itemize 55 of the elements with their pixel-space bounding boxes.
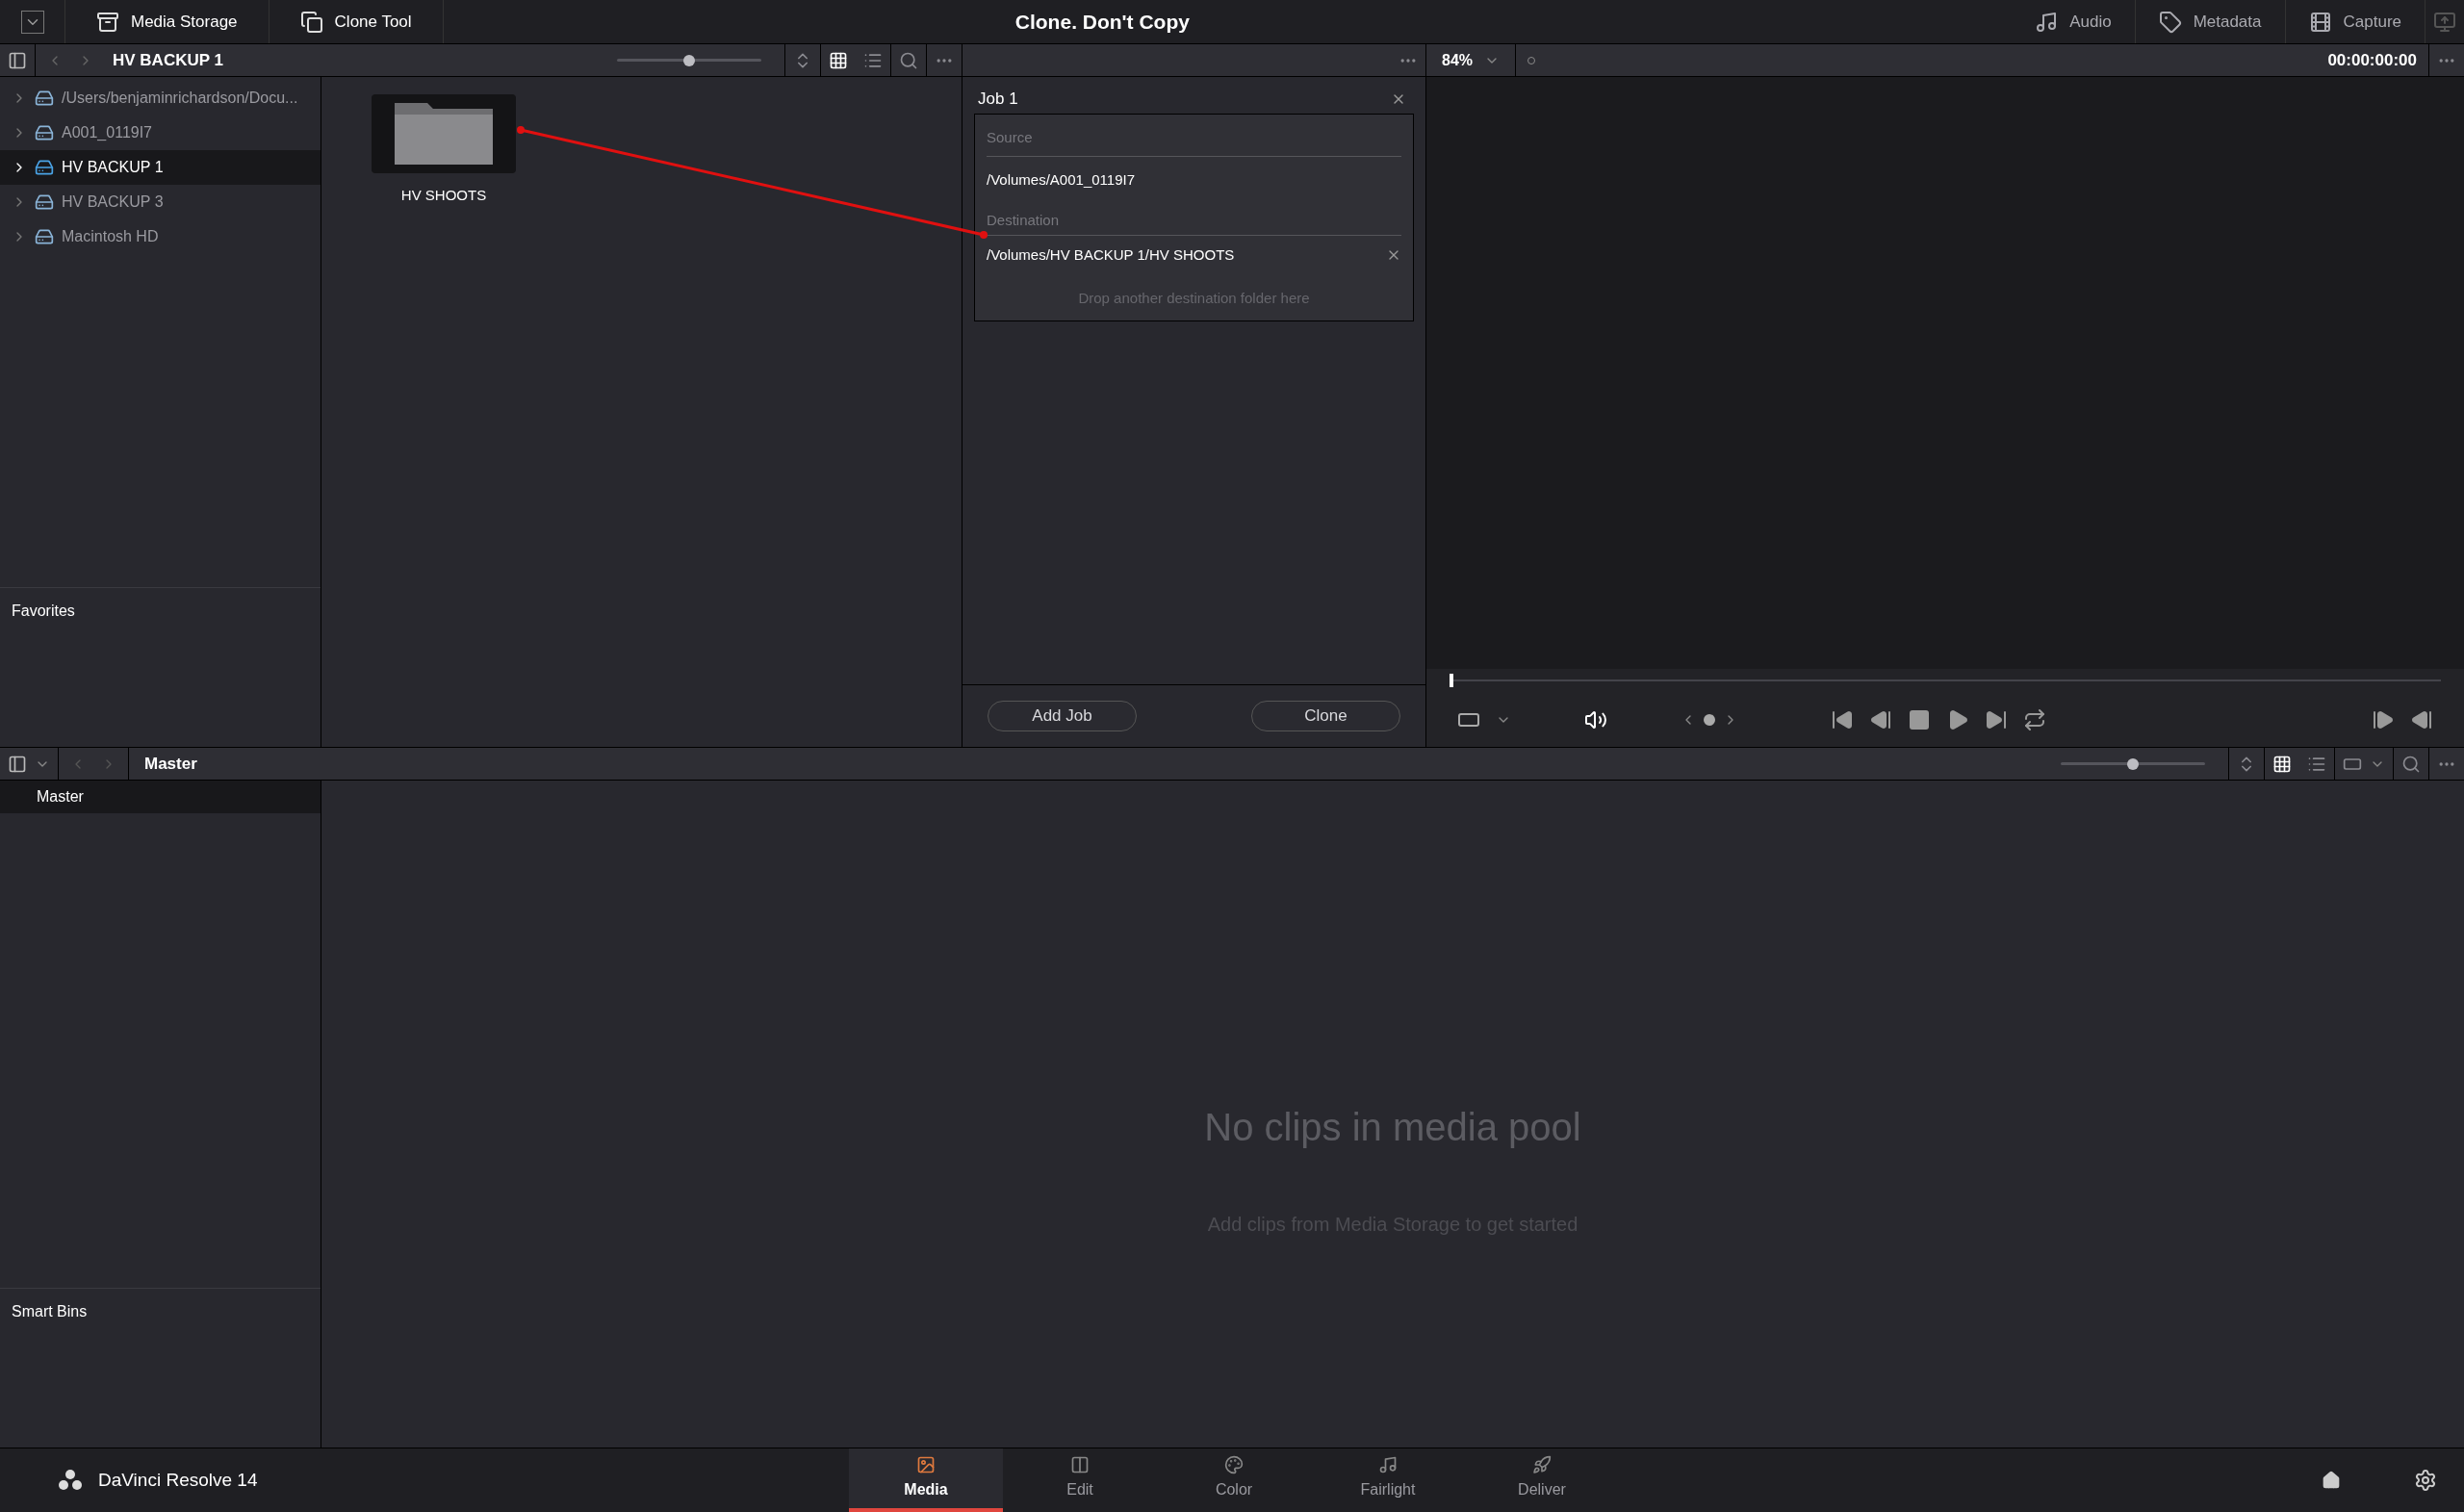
- volume-item[interactable]: HV BACKUP 1: [0, 150, 321, 185]
- deliver-page-icon: [1532, 1455, 1552, 1474]
- page-tab[interactable]: Edit: [1003, 1448, 1157, 1512]
- page-tab[interactable]: Color: [1157, 1448, 1311, 1512]
- volume-name: A001_0119I7: [62, 123, 152, 142]
- page-tab[interactable]: Fairlight: [1311, 1448, 1465, 1512]
- drive-icon: [35, 192, 54, 212]
- volume-name: /Users/benjaminrichardson/Docu...: [62, 89, 298, 108]
- source-path: /Volumes/A001_0119I7: [987, 169, 1135, 190]
- drive-icon: [35, 158, 54, 177]
- volume-name: HV BACKUP 1: [62, 158, 164, 177]
- action-button[interactable]: Add Job: [988, 701, 1137, 731]
- archive-box-icon: [96, 10, 119, 34]
- panel-tab[interactable]: Metadata: [2135, 0, 2286, 43]
- volume-name: HV BACKUP 3: [62, 192, 164, 212]
- copy-icon: [299, 10, 323, 34]
- color-page-icon: [1224, 1455, 1244, 1474]
- app-name: DaVinci Resolve 14: [98, 1468, 258, 1492]
- volume-item[interactable]: /Users/benjaminrichardson/Docu...: [0, 81, 321, 115]
- bin-item[interactable]: Master: [0, 781, 321, 813]
- job-title: Job 1: [978, 89, 1018, 111]
- app-logo-icon: [58, 1469, 83, 1492]
- timecode: 00:00:00:00: [2326, 49, 2418, 71]
- field-label: Source: [987, 127, 1033, 147]
- folder-thumbnail[interactable]: [372, 94, 516, 173]
- volume-item[interactable]: A001_0119I7: [0, 115, 321, 150]
- zoom-dropdown[interactable]: 84%: [1426, 44, 1517, 76]
- drive-icon: [35, 89, 54, 108]
- volume-item[interactable]: HV BACKUP 3: [0, 185, 321, 219]
- media-page-icon: [916, 1455, 936, 1474]
- fairlight-page-icon: [1378, 1455, 1398, 1474]
- panel-tab[interactable]: Capture: [2285, 0, 2426, 43]
- volume-name: Macintosh HD: [62, 227, 159, 246]
- tool-tab[interactable]: Clone Tool: [269, 0, 444, 43]
- breadcrumb-path: HV BACKUP 1: [113, 49, 224, 71]
- tool-tab[interactable]: Media Storage: [65, 0, 270, 43]
- film-icon: [2308, 10, 2332, 34]
- bin-path: Master: [144, 753, 198, 775]
- caret-icon: [20, 10, 44, 34]
- page-tab[interactable]: Deliver: [1465, 1448, 1619, 1512]
- folder-name: HV SHOOTS: [400, 186, 487, 205]
- volume-item[interactable]: Macintosh HD: [0, 219, 321, 254]
- music-note-icon: [2035, 10, 2059, 34]
- action-button[interactable]: Clone: [1251, 701, 1400, 731]
- destination-path: /Volumes/HV BACKUP 1/HV SHOOTS: [987, 244, 1235, 265]
- drive-icon: [35, 227, 54, 246]
- edit-page-icon: [1070, 1455, 1090, 1474]
- page-tab[interactable]: Media: [849, 1448, 1003, 1512]
- window-title: Clone. Don't Copy: [1014, 9, 1190, 35]
- section-heading: Smart Bins: [12, 1303, 88, 1320]
- drive-icon: [35, 123, 54, 142]
- tag-icon: [2158, 10, 2182, 34]
- section-heading: Favorites: [12, 602, 75, 619]
- panel-tab[interactable]: Audio: [2012, 0, 2136, 43]
- field-label: Destination: [987, 210, 1060, 230]
